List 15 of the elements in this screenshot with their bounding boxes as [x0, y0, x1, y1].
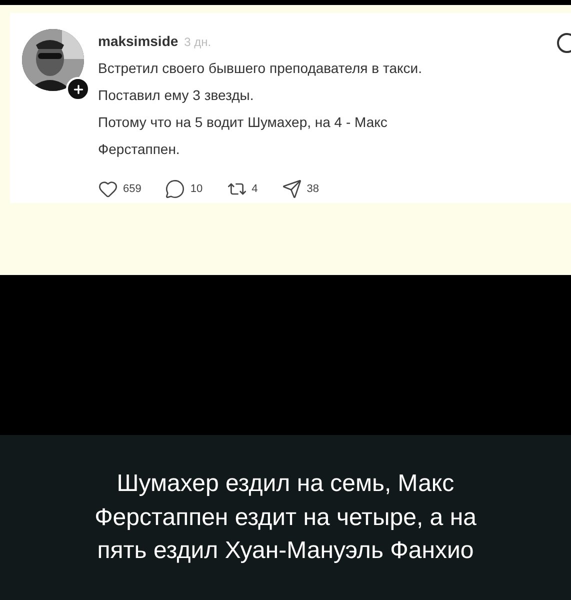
post-text: Встретил своего бывшего преподавателя в такси. — [98, 60, 422, 76]
post-text: Потому что на 5 водит Шумахер, на 4 - Макс — [98, 114, 388, 130]
plus-icon — [72, 82, 84, 96]
share-button[interactable]: 38 — [282, 179, 319, 199]
send-icon — [282, 179, 302, 199]
post-text: Поставил ему 3 звезды. — [98, 87, 255, 103]
like-button[interactable]: 659 — [98, 179, 142, 199]
speech-bubble-icon — [165, 179, 186, 199]
caption-text: Шумахер ездил на семь, Макс Ферстаппен ездит на четыре, а на пять ездил Хуан-Мануэль Фанхио — [94, 469, 478, 566]
post-text: Ферстаппен. — [98, 141, 181, 157]
repost-button[interactable]: 4 — [226, 179, 258, 199]
comment-button[interactable]: 10 — [165, 179, 203, 199]
post-time: 3 дн. — [184, 35, 212, 49]
username[interactable]: maksimside — [98, 33, 178, 49]
heart-icon — [98, 179, 118, 199]
